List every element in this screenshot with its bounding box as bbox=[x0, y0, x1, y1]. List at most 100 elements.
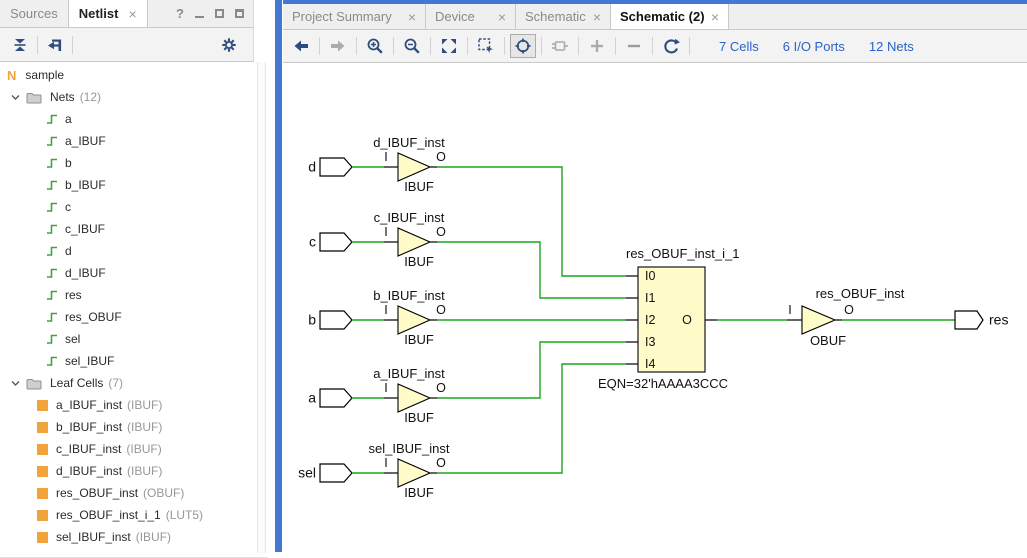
port-label: res bbox=[989, 312, 1008, 328]
tab-label: Device bbox=[435, 9, 475, 24]
tree-label: Nets bbox=[50, 90, 75, 104]
tree-item-cell[interactable]: c_IBUF_inst (IBUF) bbox=[0, 438, 256, 460]
toolbar-separator bbox=[319, 37, 320, 55]
tree-item-net[interactable]: d bbox=[0, 240, 256, 262]
autofit-selection-button[interactable] bbox=[510, 34, 536, 58]
float-icon[interactable] bbox=[215, 9, 224, 18]
tree-item-cell[interactable]: res_OBUF_inst(OBUF) bbox=[0, 482, 256, 504]
tree-item-net[interactable]: b bbox=[0, 152, 256, 174]
input-port-shape[interactable] bbox=[320, 464, 352, 482]
tree-group-nets[interactable]: Nets (12) bbox=[0, 86, 256, 108]
maximize-icon[interactable] bbox=[235, 9, 244, 18]
ibuf-cell-shape[interactable] bbox=[398, 459, 430, 487]
arrow-right-icon bbox=[329, 37, 347, 55]
zoom-out-button[interactable] bbox=[399, 34, 425, 58]
pin-out-label: O bbox=[436, 225, 446, 239]
zoom-in-button[interactable] bbox=[362, 34, 388, 58]
tree-item-net[interactable]: d_IBUF bbox=[0, 262, 256, 284]
io-ports-count-link[interactable]: 6 I/O Ports bbox=[783, 39, 845, 54]
tree-scrollbar[interactable] bbox=[257, 62, 266, 553]
net-c-ibuf[interactable] bbox=[437, 242, 626, 298]
panel-splitter[interactable] bbox=[275, 0, 282, 552]
close-icon[interactable]: × bbox=[711, 10, 719, 24]
obuf-cell-shape[interactable] bbox=[802, 306, 835, 334]
input-port-shape[interactable] bbox=[320, 311, 352, 329]
netlist-tree: N sample Nets (12) a a_IBUF b b_IBUF c c… bbox=[0, 62, 256, 555]
tab-project-summary[interactable]: Project Summary × bbox=[283, 4, 426, 29]
output-port-shape[interactable] bbox=[955, 311, 983, 329]
toolbar-separator bbox=[393, 37, 394, 55]
close-icon[interactable]: × bbox=[498, 10, 506, 24]
net-icon bbox=[45, 112, 59, 126]
cells-count-link[interactable]: 7 Cells bbox=[719, 39, 759, 54]
forward-button[interactable] bbox=[325, 34, 351, 58]
tree-item-cell[interactable]: sel_IBUF_inst(IBUF) bbox=[0, 526, 256, 548]
tree-item-net[interactable]: c_IBUF bbox=[0, 218, 256, 240]
help-icon[interactable]: ? bbox=[176, 6, 184, 21]
tree-group-leaf-cells[interactable]: Leaf Cells (7) bbox=[0, 372, 256, 394]
tree-item-net[interactable]: a_IBUF bbox=[0, 130, 256, 152]
schematic-canvas[interactable]: d I O d_IBUF_inst IBUF c I O bbox=[283, 63, 1027, 558]
tree-item-cell[interactable]: res_OBUF_inst_i_1(LUT5) bbox=[0, 504, 256, 526]
back-button[interactable] bbox=[288, 34, 314, 58]
cell-type-label: IBUF bbox=[404, 332, 434, 347]
chevron-down-icon[interactable] bbox=[10, 92, 21, 103]
collapse-button[interactable] bbox=[621, 34, 647, 58]
tree-item-net[interactable]: a bbox=[0, 108, 256, 130]
arrow-left-icon bbox=[292, 37, 310, 55]
tab-schematic[interactable]: Schematic × bbox=[516, 4, 611, 29]
zoom-fit-button[interactable] bbox=[436, 34, 462, 58]
tab-netlist[interactable]: Netlist × bbox=[69, 0, 148, 27]
tree-item-net[interactable]: res_OBUF bbox=[0, 306, 256, 328]
add-cell-button[interactable] bbox=[547, 34, 573, 58]
ibuf-cell-shape[interactable] bbox=[398, 228, 430, 256]
cell-type-label: IBUF bbox=[404, 485, 434, 500]
input-port-shape[interactable] bbox=[320, 389, 352, 407]
tree-item-net[interactable]: c bbox=[0, 196, 256, 218]
nets-count-link[interactable]: 12 Nets bbox=[869, 39, 914, 54]
minimize-icon[interactable] bbox=[195, 16, 204, 18]
input-port-shape[interactable] bbox=[320, 158, 352, 176]
ibuf-cell-shape[interactable] bbox=[398, 306, 430, 334]
tab-sources[interactable]: Sources bbox=[0, 0, 69, 27]
port-label: d bbox=[308, 159, 316, 175]
close-icon[interactable]: × bbox=[128, 7, 136, 21]
ibuf-cell-shape[interactable] bbox=[398, 384, 430, 412]
tree-item-sample[interactable]: N sample bbox=[0, 64, 256, 86]
tree-item-cell[interactable]: d_IBUF_inst(IBUF) bbox=[0, 460, 256, 482]
settings-button[interactable] bbox=[217, 33, 241, 57]
expand-button[interactable] bbox=[584, 34, 610, 58]
port-label: a bbox=[308, 390, 316, 406]
cell-icon bbox=[37, 510, 48, 521]
cell-type: (IBUF) bbox=[126, 442, 161, 456]
tree-item-net[interactable]: b_IBUF bbox=[0, 174, 256, 196]
tree-item-cell[interactable]: b_IBUF_inst(IBUF) bbox=[0, 416, 256, 438]
tree-label: res_OBUF_inst bbox=[56, 486, 138, 500]
toolbar-separator bbox=[504, 37, 505, 55]
tree-item-cell[interactable]: a_IBUF_inst(IBUF) bbox=[0, 394, 256, 416]
tab-schematic-2[interactable]: Schematic (2) × bbox=[611, 4, 729, 29]
tree-count: (12) bbox=[80, 90, 101, 104]
gate-icon bbox=[551, 37, 569, 55]
pin-in-label: I bbox=[384, 150, 387, 164]
tree-item-net[interactable]: res bbox=[0, 284, 256, 306]
tab-device[interactable]: Device × bbox=[426, 4, 516, 29]
toolbar-separator bbox=[689, 37, 690, 55]
chevron-down-icon[interactable] bbox=[10, 378, 21, 389]
input-port-shape[interactable] bbox=[320, 233, 352, 251]
toolbar-separator bbox=[37, 36, 38, 54]
tree-label: b_IBUF bbox=[65, 178, 106, 192]
tree-label: d_IBUF_inst bbox=[56, 464, 122, 478]
close-icon[interactable]: × bbox=[408, 10, 416, 24]
regenerate-button[interactable] bbox=[658, 34, 684, 58]
tree-label: c_IBUF_inst bbox=[56, 442, 121, 456]
panel-window-controls: ? bbox=[176, 0, 253, 27]
tree-item-net[interactable]: sel_IBUF bbox=[0, 350, 256, 372]
scroll-to-selected-button[interactable] bbox=[43, 33, 67, 57]
net-d-ibuf[interactable] bbox=[437, 167, 626, 276]
collapse-all-button[interactable] bbox=[8, 33, 32, 57]
close-icon[interactable]: × bbox=[593, 10, 601, 24]
zoom-to-selection-button[interactable] bbox=[473, 34, 499, 58]
tree-item-net[interactable]: sel bbox=[0, 328, 256, 350]
ibuf-cell-shape[interactable] bbox=[398, 153, 430, 181]
